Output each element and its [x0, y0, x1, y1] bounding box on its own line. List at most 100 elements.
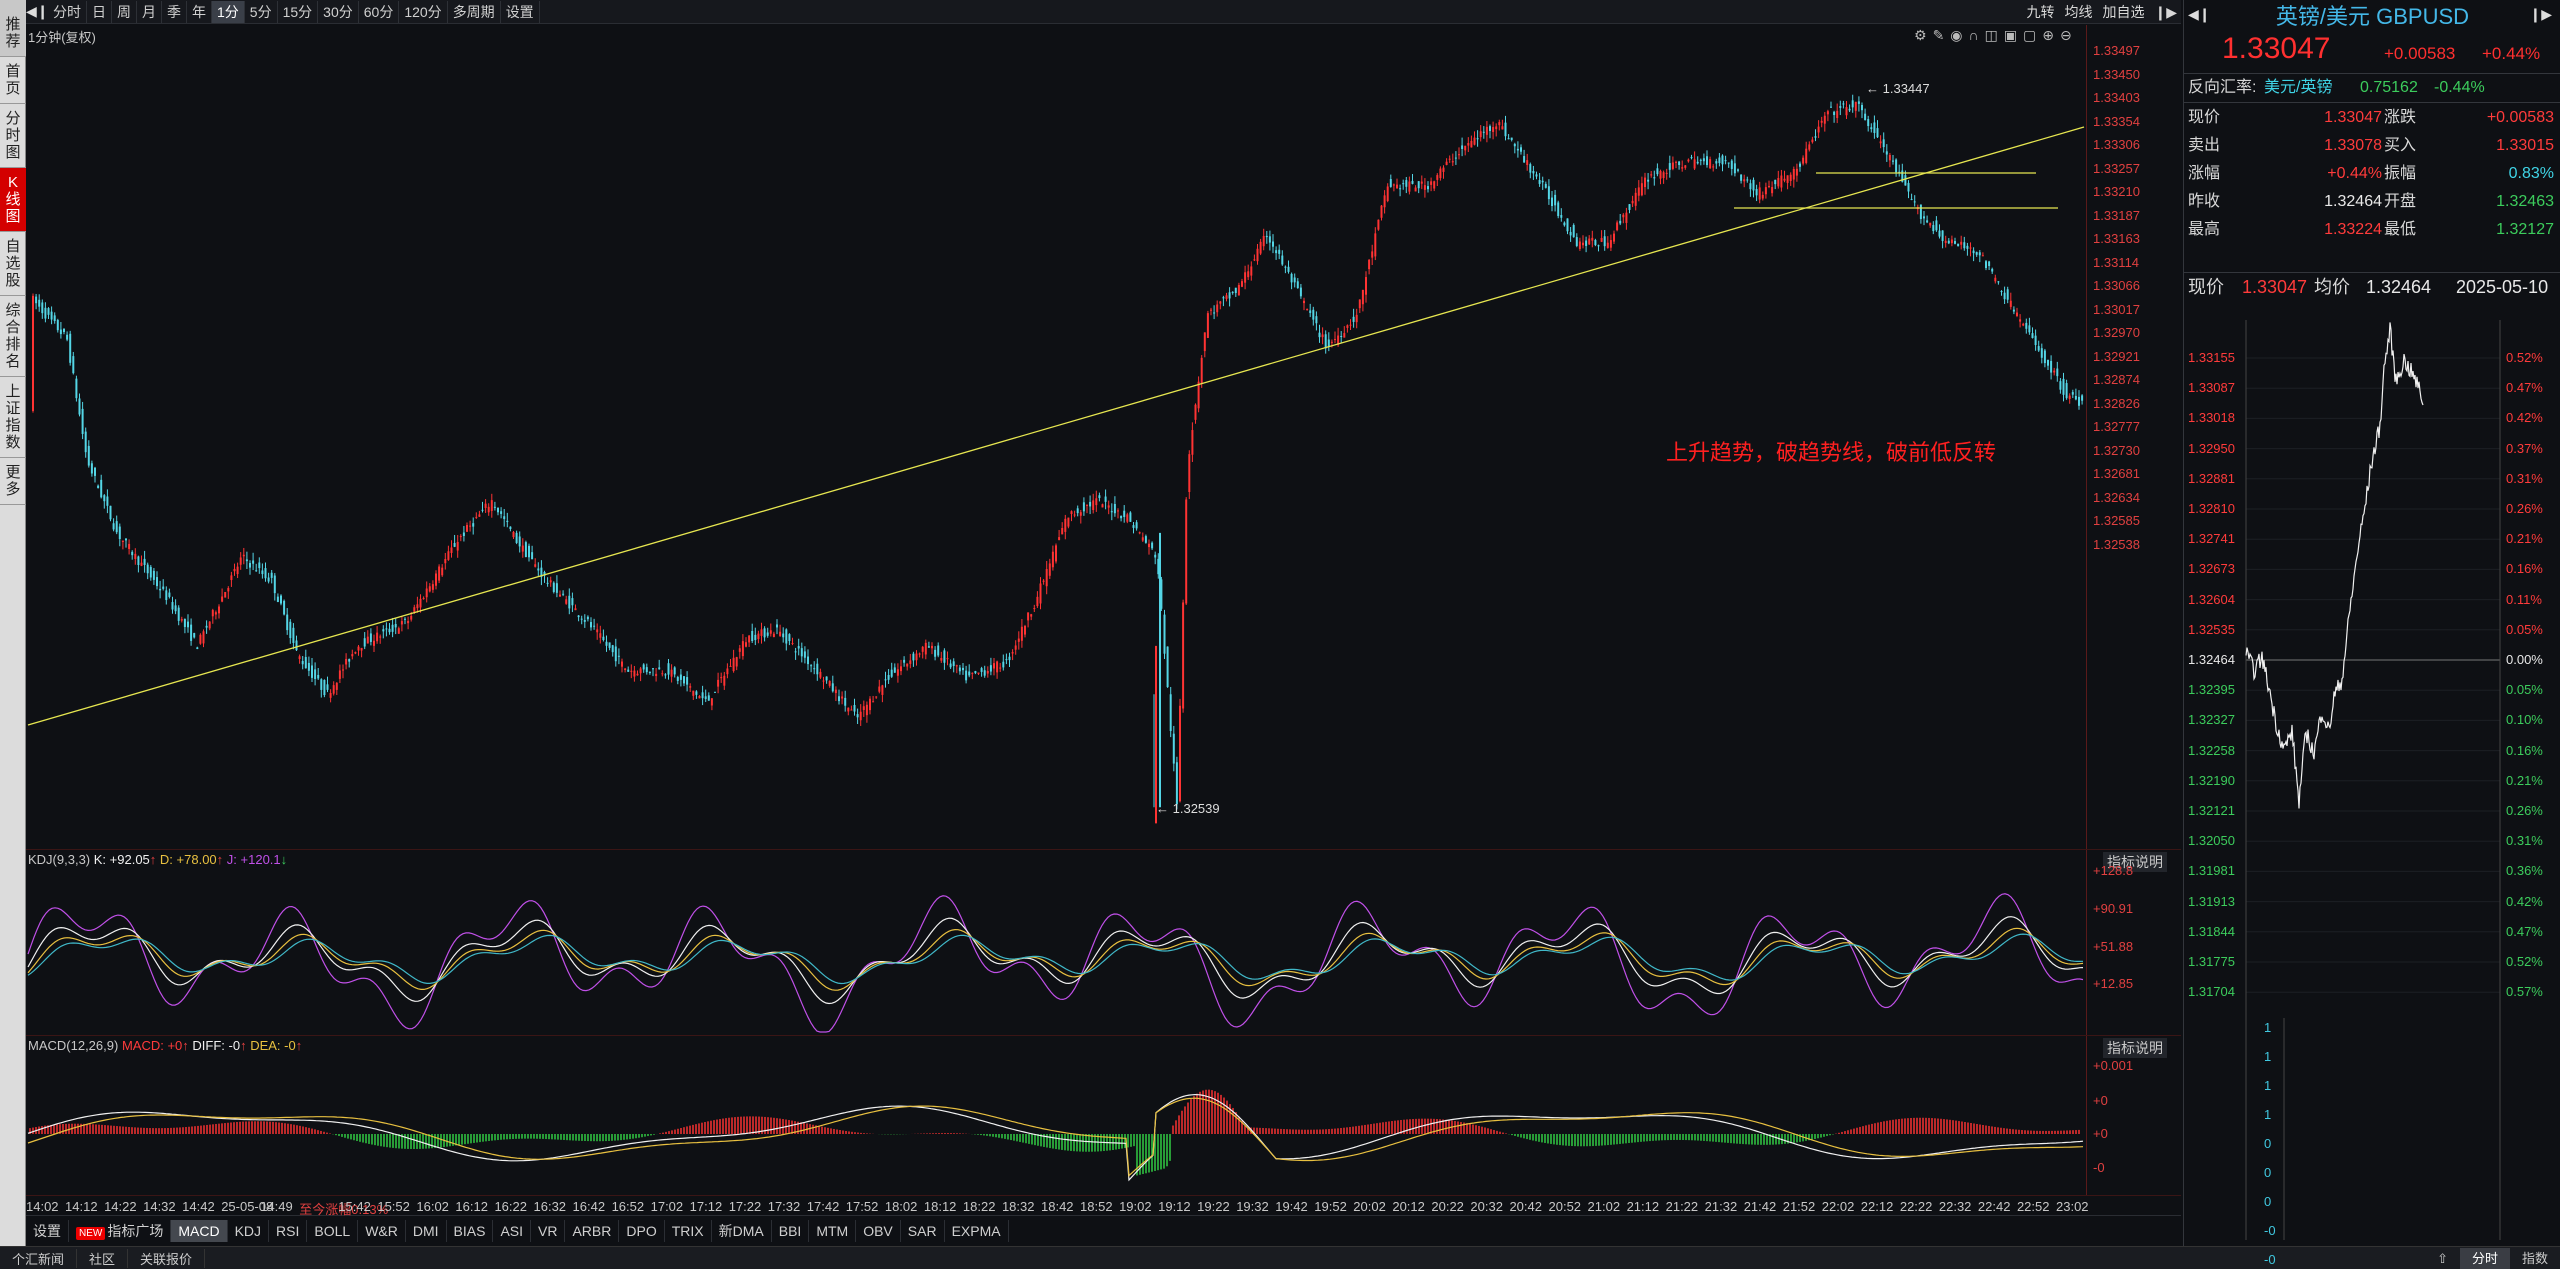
candle-body [1681, 167, 1684, 169]
indicator-tab-sar[interactable]: SAR [901, 1220, 945, 1242]
settings-icon[interactable]: ⚙ [1914, 27, 1927, 44]
indicator-tab-macd[interactable]: MACD [171, 1220, 228, 1242]
period-tab-3[interactable]: 月 [137, 0, 162, 23]
period-tab-5[interactable]: 年 [187, 0, 212, 23]
nav-sse-index[interactable]: 上证指数 [0, 377, 26, 458]
candle-body [642, 664, 645, 670]
period-tab-12[interactable]: 多周期 [448, 0, 501, 23]
bottom-link-0[interactable]: 个汇新闻 [0, 1248, 78, 1268]
candle-body [968, 671, 971, 676]
indicator-tab-dpo[interactable]: DPO [619, 1220, 665, 1242]
eye-icon[interactable]: ◉ [1950, 27, 1962, 44]
period-tab-9[interactable]: 30分 [318, 0, 359, 23]
candle-body [1461, 145, 1464, 149]
time-tick: 17:52 [845, 1199, 879, 1214]
forward-icon[interactable]: ❙▶ [2155, 4, 2178, 21]
indicator-tab-vr[interactable]: VR [531, 1220, 566, 1242]
nav-more[interactable]: 更多 [0, 458, 26, 505]
candle-body [1675, 161, 1677, 163]
indicator-plaza-button[interactable]: NEW 指标广场 [69, 1220, 172, 1242]
candle-body [1969, 247, 1972, 249]
indicator-tab-trix[interactable]: TRIX [665, 1220, 712, 1242]
period-tab-7[interactable]: 5分 [245, 0, 278, 23]
zoom-in-icon[interactable]: ⊕ [2042, 27, 2054, 44]
indicator-tab-bbi[interactable]: BBI [772, 1220, 810, 1242]
period-tab-8[interactable]: 15分 [278, 0, 319, 23]
candle-body [1458, 154, 1460, 156]
lock-icon[interactable]: ▣ [2004, 27, 2017, 44]
nav-ranking[interactable]: 综合排名 [0, 296, 26, 377]
indicator-tab-dma[interactable]: 新DMA [712, 1220, 772, 1242]
bottom-tab-1[interactable]: 指数 [2510, 1248, 2560, 1269]
indicator-tab-asi[interactable]: ASI [493, 1220, 532, 1242]
period-tab-0[interactable]: 分时 [48, 0, 87, 23]
macd-title: MACD(12,26,9) MACD: +0↑ DIFF: -0↑ DEA: -… [28, 1038, 303, 1053]
panel-forward-icon[interactable]: ❙▶ [2530, 6, 2553, 23]
bottom-link-2[interactable]: 关联报价 [128, 1248, 206, 1268]
period-tab-13[interactable]: 设置 [501, 0, 540, 23]
candle-body [1833, 111, 1836, 115]
magnet-icon[interactable]: ∩ [1969, 27, 1979, 44]
mini-price-tick: 1.32190 [2188, 772, 2235, 788]
candle-body [655, 673, 658, 677]
candle-body [159, 588, 162, 591]
candle-body [962, 667, 964, 671]
period-tab-11[interactable]: 120分 [399, 0, 448, 23]
indicator-tab-mtm[interactable]: MTM [809, 1220, 857, 1242]
fullscreen-icon[interactable]: ▢ [2023, 27, 2036, 44]
nav-home[interactable]: 首页 [0, 57, 26, 104]
indicator-tab-dmi[interactable]: DMI [406, 1220, 447, 1242]
reverse-pair-link[interactable]: 美元/英镑 [2264, 74, 2332, 101]
nav-timeshare[interactable]: 分时图 [0, 104, 26, 168]
trash-icon[interactable]: ◫ [1985, 27, 1998, 44]
candle-body [276, 596, 279, 602]
period-tab-10[interactable]: 60分 [359, 0, 400, 23]
indicator-tab-kdj[interactable]: KDJ [228, 1220, 270, 1242]
scroll-top-icon[interactable]: ⇧ [2425, 1248, 2460, 1269]
candle-body [168, 592, 171, 597]
macd-pane[interactable]: MACD(12,26,9) MACD: +0↑ DIFF: -0↑ DEA: -… [26, 1036, 2181, 1196]
nav-kline[interactable]: K线图 [0, 168, 26, 232]
kdj-pane[interactable]: KDJ(9,3,3) K: +92.05↑ D: +78.00↑ J: +120… [26, 850, 2181, 1036]
candlestick-pane[interactable]: 1分钟(复权) ⚙ ✎ ◉ ∩ ◫ ▣ ▢ ⊕ ⊖ 1.33497 1.33450… [26, 25, 2181, 850]
candle-body [1879, 141, 1882, 144]
indicator-tab-obv[interactable]: OBV [856, 1220, 901, 1242]
nav-watchlist[interactable]: 自选股 [0, 232, 26, 296]
bottom-link-1[interactable]: 社区 [77, 1248, 129, 1268]
jiuzhuan-button[interactable]: 九转 [2027, 2, 2055, 22]
indicator-tab-wr[interactable]: W&R [358, 1220, 406, 1242]
candle-body [1312, 309, 1315, 320]
quote-row: 涨幅 +0.44% 振幅 0.83% [2184, 160, 2560, 187]
period-tab-2[interactable]: 周 [112, 0, 137, 23]
period-tab-1[interactable]: 日 [87, 0, 112, 23]
intraday-mini-chart[interactable]: 1.33155 0.52% 1.33087 0.47% 1.33018 0.42% 1.32… [2184, 300, 2560, 1267]
candle-body [2006, 289, 2009, 300]
indicator-settings-button[interactable]: 设置 [26, 1220, 69, 1242]
candle-body [490, 500, 493, 511]
candle-body [1045, 569, 1048, 587]
candle-body [438, 566, 441, 581]
candle-body [1405, 180, 1408, 187]
back-icon[interactable]: ◀❙ [26, 3, 49, 20]
time-tick: 20:42 [1509, 1199, 1542, 1214]
candle-body [323, 679, 326, 696]
nav-recommend[interactable]: 推荐 [0, 0, 26, 57]
add-watchlist-button[interactable]: 加自选 [2103, 2, 2145, 22]
candle-body [329, 692, 332, 698]
indicator-tab-rsi[interactable]: RSI [269, 1220, 308, 1242]
draw-icon[interactable]: ✎ [1933, 27, 1945, 44]
candle-body [112, 523, 115, 530]
bottom-tab-0[interactable]: 分时 [2459, 1248, 2510, 1269]
indicator-tab-expma[interactable]: EXPMA [945, 1220, 1009, 1242]
candle-body [794, 651, 797, 653]
period-tab-6[interactable]: 1分 [212, 0, 245, 23]
indicator-tab-arbr[interactable]: ARBR [565, 1220, 620, 1242]
candle-body [893, 667, 896, 673]
ma-button[interactable]: 均线 [2065, 2, 2093, 22]
candle-body [1786, 175, 1789, 183]
candle-body [813, 668, 816, 670]
indicator-tab-boll[interactable]: BOLL [307, 1220, 359, 1242]
zoom-out-icon[interactable]: ⊖ [2060, 27, 2072, 44]
indicator-tab-bias[interactable]: BIAS [447, 1220, 494, 1242]
period-tab-4[interactable]: 季 [162, 0, 187, 23]
